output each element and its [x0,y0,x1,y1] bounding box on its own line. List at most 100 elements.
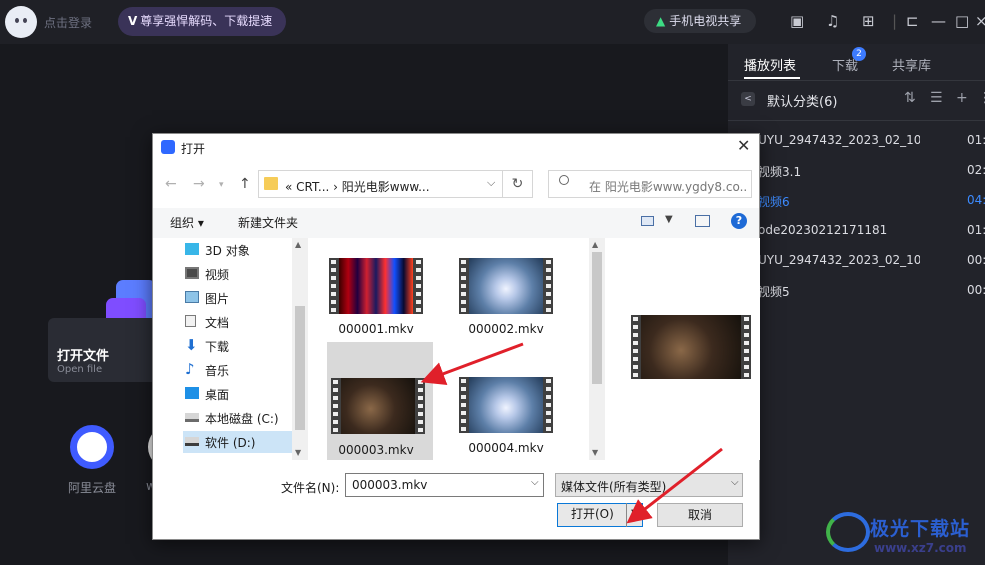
filename-input[interactable]: 000003.mkv [345,473,544,497]
cancel-button[interactable]: 取消 [657,503,743,527]
forward-arrow-icon[interactable]: → [193,176,205,192]
playlist-item-name[interactable]: UYU_2947432_2023_02_10... [758,253,920,267]
vip-text: 尊享强悍解码、下载提速 [140,14,273,28]
nav-item-downloads[interactable]: ⬇ 下载 [183,335,307,357]
playlist-item-duration: 00: [967,253,985,267]
file-tile-selected[interactable]: 000003.mkv [327,342,433,460]
open-options-dropdown[interactable]: ▼ [626,503,643,527]
document-icon [185,315,196,327]
help-icon[interactable]: ? [731,213,747,229]
view-options-icon[interactable] [641,216,654,226]
nav-item-label: 文档 [205,316,230,330]
chevron-down-icon[interactable]: ▼ [665,214,673,225]
file-name: 000002.mkv [468,322,544,336]
file-name: 000004.mkv [468,441,544,455]
organize-menu[interactable]: 组织 ▾ [170,214,204,231]
file-tile[interactable]: 000002.mkv [453,248,559,366]
file-name: 000003.mkv [338,443,414,457]
back-arrow-icon[interactable]: ← [165,176,177,192]
filename-label: 文件名(N): [281,481,340,495]
desktop-icon [185,387,199,399]
bell-icon[interactable]: ♫ [826,12,839,30]
tv-share-label: 手机电视共享 [669,14,742,28]
refresh-button[interactable]: ↻ [503,170,533,198]
maximize-icon[interactable]: □ [955,12,969,30]
nav-item-label: 桌面 [205,388,230,402]
preview-pane [607,238,760,460]
close-icon[interactable]: ✕ [737,136,750,155]
chevron-down-icon[interactable]: ⌵ [487,176,495,190]
nav-item-pictures[interactable]: 图片 [183,287,307,309]
scroll-down-icon[interactable]: ▼ [295,448,301,457]
category-title[interactable]: 默认分类(6) [767,91,837,110]
file-type-select[interactable]: 媒体文件(所有类型) [555,473,743,497]
drive-icon [185,437,199,446]
file-tile[interactable]: 000004.mkv [453,367,559,485]
nav-item-desktop[interactable]: 桌面 [183,383,307,405]
aliyun-label: 阿里云盘 [68,481,117,495]
recent-dropdown-icon[interactable]: ▾ [219,180,224,190]
playlist-item-name[interactable]: ode20230212171181 [758,223,920,237]
sort-icon[interactable]: ⇅ [904,90,916,106]
tab-playlist[interactable]: 播放列表 [744,55,796,74]
playlist-item-name[interactable]: UYU_2947432_2023_02_10... [758,133,920,147]
search-placeholder: 在 阳光电影www.ygdy8.co... [589,180,747,194]
aliyun-icon[interactable] [70,425,114,469]
minimize-icon[interactable]: — [931,12,946,30]
android-icon: ▲ [656,14,666,28]
file-name: 000001.mkv [338,322,414,336]
video-thumbnail [459,377,553,433]
chevron-down-icon[interactable]: ⌵ [531,477,539,488]
address-bar[interactable]: « CRT... › 阳光电影www... ⌵ [258,170,503,198]
nav-scrollbar-thumb[interactable] [295,306,305,430]
list-icon[interactable]: ☰ [930,90,943,106]
new-folder-button[interactable]: 新建文件夹 [238,214,298,231]
chevron-left-icon[interactable]: < [741,92,755,106]
active-tab-indicator [744,77,800,79]
nav-item-label: 下载 [205,340,230,354]
watermark-logo [826,512,870,552]
tv-share-button[interactable]: ▲ 手机电视共享 [644,9,756,33]
chevron-down-icon[interactable]: ⌵ [731,477,739,488]
playlist-item-name[interactable]: 视频5 [758,283,920,300]
nav-item-videos[interactable]: 视频 [183,263,307,285]
nav-item-label: 音乐 [205,364,230,378]
nav-item-drive-d[interactable]: 软件 (D:) [183,431,307,453]
add-icon[interactable]: + [956,90,968,106]
file-scrollbar-thumb[interactable] [592,252,602,384]
more-icon[interactable]: ⋮ [978,90,985,106]
open-file-subtitle: Open file [57,364,103,375]
tab-share-library[interactable]: 共享库 [892,55,931,74]
video-thumbnail [329,258,423,314]
close-icon[interactable]: × [975,12,985,30]
nav-item-label: 视频 [205,268,230,282]
playlist-item-name[interactable]: 视频6 [758,193,920,210]
grid-icon[interactable]: ⊞ [862,12,875,30]
folder-icon [264,177,278,190]
nav-item-drive-c[interactable]: 本地磁盘 (C:) [183,407,307,429]
skin-icon[interactable]: ▣ [790,12,804,30]
login-link[interactable]: 点击登录 [44,14,92,31]
address-path: « CRT... › 阳光电影www... [285,180,430,194]
dialog-title: 打开 [181,142,206,156]
nav-item-3d-objects[interactable]: 3D 对象 [183,239,307,261]
open-file-title: 打开文件 [57,349,110,364]
nav-item-documents[interactable]: 文档 [183,311,307,333]
scroll-down-icon[interactable]: ▼ [592,448,598,457]
nav-item-label: 图片 [205,292,230,306]
up-arrow-icon[interactable]: ↑ [239,176,251,192]
avatar[interactable] [5,6,37,38]
vip-banner[interactable]: V 尊享强悍解码、下载提速 [118,7,286,36]
preview-pane-icon[interactable] [695,215,710,227]
scroll-up-icon[interactable]: ▲ [295,240,301,249]
mini-mode-icon[interactable]: ⊏ [906,12,919,30]
playlist-item-name[interactable]: 视频3.1 [758,163,920,180]
scroll-up-icon[interactable]: ▲ [592,240,598,249]
search-input[interactable]: 在 阳光电影www.ygdy8.co... [548,170,752,198]
open-file-dialog: 打开 ✕ ← → ▾ ↑ « CRT... › 阳光电影www... ⌵ ↻ 在… [152,133,760,540]
playlist-item-duration: 04: [967,193,985,207]
download-icon: ⬇ [185,336,198,354]
nav-item-music[interactable]: ♪ 音乐 [183,359,307,381]
watermark-brand: 极光下载站 [870,518,971,540]
download-count-badge: 2 [852,47,866,61]
